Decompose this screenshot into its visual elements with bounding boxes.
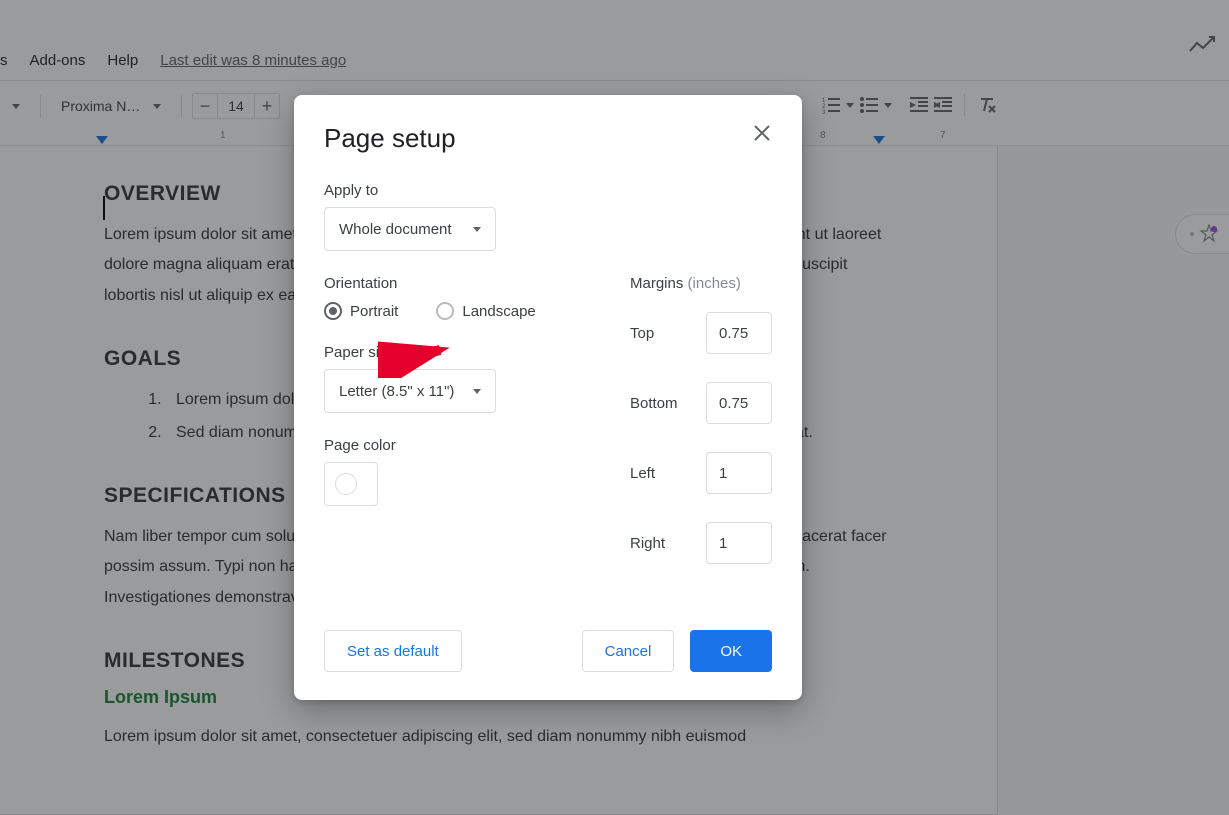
margin-right-label: Right [630, 535, 665, 552]
margin-bottom-label: Bottom [630, 395, 678, 412]
ok-button[interactable]: OK [690, 630, 772, 672]
margin-right-input[interactable] [706, 522, 772, 564]
color-swatch-icon [335, 473, 357, 495]
margins-label-text: Margins [630, 275, 683, 292]
chevron-down-icon [473, 227, 481, 232]
orientation-label: Orientation [324, 275, 630, 292]
apply-to-dropdown[interactable]: Whole document [324, 207, 496, 251]
radio-unchecked-icon [436, 302, 454, 320]
orientation-landscape-radio[interactable]: Landscape [436, 302, 535, 320]
orientation-portrait-radio[interactable]: Portrait [324, 302, 398, 320]
page-color-label: Page color [324, 437, 630, 454]
apply-to-value: Whole document [339, 221, 452, 238]
paper-size-dropdown[interactable]: Letter (8.5" x 11") [324, 369, 496, 413]
margin-bottom-input[interactable] [706, 382, 772, 424]
paper-size-label: Paper size [324, 344, 630, 361]
page-color-dropdown[interactable] [324, 462, 378, 506]
radio-checked-icon [324, 302, 342, 320]
radio-label: Portrait [350, 303, 398, 320]
close-icon [754, 125, 770, 141]
margin-left-label: Left [630, 465, 655, 482]
margins-label: Margins (inches) [630, 275, 772, 292]
margin-top-input[interactable] [706, 312, 772, 354]
margin-top-label: Top [630, 325, 654, 342]
set-as-default-button[interactable]: Set as default [324, 630, 462, 672]
page-setup-dialog: Page setup Apply to Whole document Orien… [294, 95, 802, 700]
dialog-title: Page setup [324, 123, 772, 154]
radio-label: Landscape [462, 303, 535, 320]
close-button[interactable] [746, 117, 778, 149]
margin-left-input[interactable] [706, 452, 772, 494]
paper-size-value: Letter (8.5" x 11") [339, 383, 454, 400]
margins-hint: (inches) [688, 275, 741, 292]
apply-to-label: Apply to [324, 182, 772, 199]
chevron-down-icon [473, 389, 481, 394]
cancel-button[interactable]: Cancel [582, 630, 675, 672]
